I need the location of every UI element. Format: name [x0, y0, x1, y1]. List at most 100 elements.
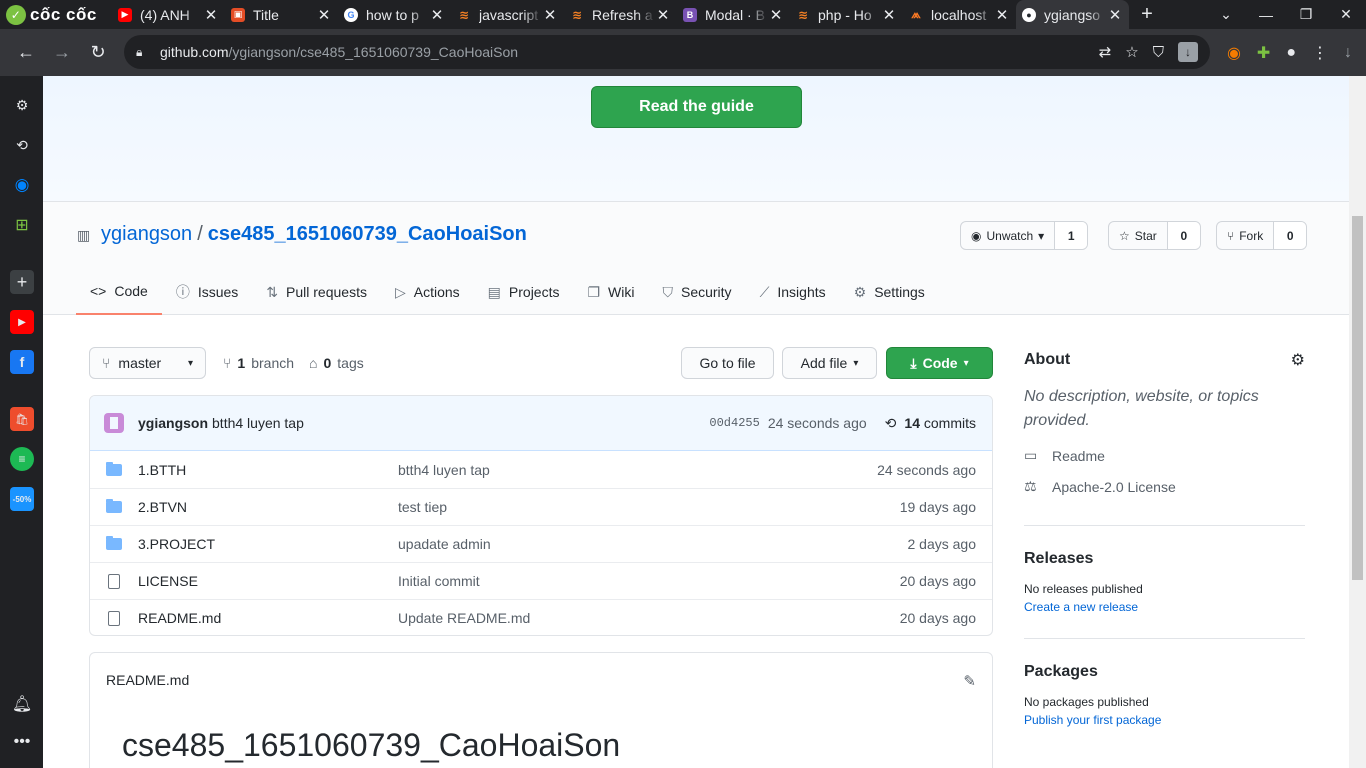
tab-pull-requests[interactable]: ⇅ Pull requests — [252, 269, 381, 315]
gear-icon[interactable]: ⚙ — [1291, 350, 1305, 370]
close-tab-icon[interactable]: ✕ — [429, 6, 445, 24]
browser-brand[interactable]: ✓ cốc cốc — [0, 0, 112, 29]
tab-search-icon[interactable]: ⌄ — [1206, 6, 1246, 23]
browser-tab[interactable]: G how to p ✕ — [338, 0, 451, 29]
history-icon[interactable]: ⟲ — [10, 133, 34, 157]
file-name-link[interactable]: 1.BTTH — [138, 462, 398, 478]
create-release-link[interactable]: Create a new release — [1024, 600, 1305, 614]
releases-title[interactable]: Releases — [1024, 550, 1305, 568]
tags-link[interactable]: ⌂ 0 tags — [309, 355, 364, 371]
tab-actions[interactable]: ▷ Actions — [381, 269, 474, 315]
extension-icon[interactable]: ◉ — [1227, 43, 1241, 63]
browser-tab[interactable]: B Modal · B ✕ — [677, 0, 790, 29]
close-tab-icon[interactable]: ✕ — [203, 6, 219, 24]
tab-wiki[interactable]: ❐ Wiki — [573, 269, 648, 315]
close-tab-icon[interactable]: ✕ — [655, 6, 671, 24]
commit-message-link[interactable]: btth4 luyen tap — [212, 415, 304, 431]
browser-tab[interactable]: ▶ (4) ANH ✕ — [112, 0, 225, 29]
restore-icon[interactable]: ❐ — [1286, 6, 1326, 23]
youtube-icon[interactable]: ▶ — [10, 310, 34, 334]
more-icon[interactable]: ••• — [10, 730, 34, 754]
minimize-icon[interactable]: — — [1246, 7, 1286, 23]
commit-sha-link[interactable]: 00d4255 — [709, 416, 759, 430]
tab-insights[interactable]: ⟋ Insights — [746, 269, 840, 315]
tab-settings[interactable]: ⚙ Settings — [840, 269, 939, 315]
avatar[interactable] — [104, 413, 124, 433]
profile-avatar-icon[interactable]: ● — [1286, 44, 1296, 62]
browser-tab[interactable]: ≋ javascript ✕ — [451, 0, 564, 29]
watch-count[interactable]: 1 — [1055, 222, 1088, 249]
publish-package-link[interactable]: Publish your first package — [1024, 713, 1305, 727]
close-tab-icon[interactable]: ✕ — [316, 6, 332, 24]
browser-tab[interactable]: ≋ php - Ho ✕ — [790, 0, 903, 29]
browser-tab[interactable]: ⩕ localhost ✕ — [903, 0, 1016, 29]
commit-author-link[interactable]: ygiangson — [138, 415, 208, 431]
file-commit-message-link[interactable]: test tiep — [398, 499, 900, 515]
tab-projects[interactable]: ▤ Projects — [474, 269, 574, 315]
file-name-link[interactable]: LICENSE — [138, 573, 398, 589]
messenger-icon[interactable]: ◉ — [10, 173, 34, 197]
translate-icon[interactable]: ⇄ — [1099, 43, 1112, 61]
settings-gear-icon[interactable]: ⚙ — [10, 93, 34, 117]
fork-button[interactable]: ⑂ Fork — [1217, 222, 1275, 249]
packages-title[interactable]: Packages — [1024, 663, 1305, 681]
license-link[interactable]: ⚖ Apache-2.0 License — [1024, 478, 1305, 495]
close-tab-icon[interactable]: ✕ — [768, 6, 784, 24]
branches-link[interactable]: ⑂ 1 branch — [223, 355, 294, 371]
spotify-icon[interactable]: ≡ — [10, 447, 34, 471]
close-tab-icon[interactable]: ✕ — [994, 6, 1010, 24]
browser-tab-active[interactable]: ● ygiangso ✕ — [1016, 0, 1129, 29]
repo-owner-link[interactable]: ygiangson — [101, 223, 192, 246]
close-window-icon[interactable]: ✕ — [1326, 6, 1366, 23]
tiki-icon[interactable]: -50% — [10, 487, 34, 511]
download-icon[interactable]: ↓ — [1344, 44, 1352, 62]
browser-tab[interactable]: ▣ Title ✕ — [225, 0, 338, 29]
file-name-link[interactable]: 3.PROJECT — [138, 536, 398, 552]
address-bar[interactable]: 🔒︎ github.com/ygiangson/cse485_165106073… — [124, 35, 1210, 69]
notification-bell-icon[interactable]: 🔔︎ — [10, 692, 34, 716]
file-row[interactable]: 1.BTTH btth4 luyen tap 24 seconds ago — [90, 451, 992, 488]
file-row[interactable]: README.md Update README.md 20 days ago — [90, 599, 992, 635]
puzzle-icon[interactable]: ✚ — [1257, 43, 1270, 63]
scrollbar-thumb[interactable] — [1352, 216, 1363, 580]
tab-issues[interactable]: ⓘ Issues — [162, 269, 252, 315]
file-row[interactable]: LICENSE Initial commit 20 days ago — [90, 562, 992, 599]
readme-link[interactable]: ▭ Readme — [1024, 447, 1305, 464]
file-row[interactable]: 3.PROJECT upadate admin 2 days ago — [90, 525, 992, 562]
add-icon[interactable]: + — [10, 270, 34, 294]
reload-icon[interactable]: ↻ — [80, 35, 116, 71]
file-commit-message-link[interactable]: Initial commit — [398, 573, 900, 589]
file-commit-message-link[interactable]: Update README.md — [398, 610, 900, 626]
add-file-button[interactable]: Add file ▾ — [782, 347, 877, 379]
code-download-button[interactable]: ⤓ Code ▾ — [886, 347, 993, 379]
file-commit-message-link[interactable]: upadate admin — [398, 536, 908, 552]
commits-link[interactable]: 14 commits — [904, 415, 976, 431]
facebook-icon[interactable]: f — [10, 350, 34, 374]
read-guide-button[interactable]: Read the guide — [591, 86, 802, 128]
page-scrollbar[interactable] — [1349, 76, 1366, 768]
go-to-file-button[interactable]: Go to file — [681, 347, 774, 379]
tab-security[interactable]: ⛉ Security — [648, 269, 745, 315]
shopee-icon[interactable]: 🛍︎ — [10, 407, 34, 431]
fork-count[interactable]: 0 — [1274, 222, 1307, 249]
tab-code[interactable]: <> Code — [76, 269, 162, 315]
menu-icon[interactable]: ⋮ — [1312, 43, 1328, 63]
branch-select-button[interactable]: ⑂ master ▾ — [89, 347, 206, 379]
bookmark-star-icon[interactable]: ☆ — [1125, 43, 1138, 61]
new-tab-icon[interactable]: + — [1133, 3, 1161, 26]
close-tab-icon[interactable]: ✕ — [881, 6, 897, 24]
file-name-link[interactable]: README.md — [138, 610, 398, 626]
file-name-link[interactable]: 2.BTVN — [138, 499, 398, 515]
file-row[interactable]: 2.BTVN test tiep 19 days ago — [90, 488, 992, 525]
close-tab-icon[interactable]: ✕ — [542, 6, 558, 24]
unwatch-button[interactable]: ◉ Unwatch ▾ — [961, 222, 1056, 249]
download-page-icon[interactable]: ↓ — [1178, 42, 1198, 62]
gamepad-icon[interactable]: ⊞ — [10, 213, 34, 237]
back-icon[interactable]: ← — [8, 35, 44, 71]
repo-name-link[interactable]: cse485_1651060739_CaoHoaiSon — [208, 223, 527, 246]
browser-tab[interactable]: ≋ Refresh a ✕ — [564, 0, 677, 29]
forward-icon[interactable]: → — [44, 35, 80, 71]
shield-icon[interactable]: ⛉ — [1153, 44, 1164, 61]
file-commit-message-link[interactable]: btth4 luyen tap — [398, 462, 877, 478]
edit-pencil-icon[interactable]: ✎ — [963, 672, 976, 690]
